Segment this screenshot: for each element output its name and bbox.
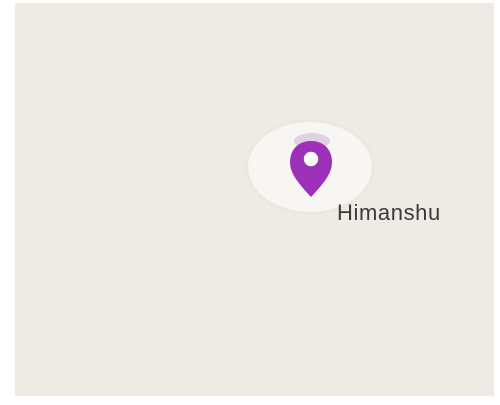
screenshot-frame: Himanshu: [0, 0, 500, 405]
map-canvas[interactable]: Himanshu: [15, 3, 494, 396]
location-pin-graphic: [290, 133, 332, 197]
location-pin-icon[interactable]: [281, 129, 341, 201]
place-label[interactable]: Himanshu: [337, 200, 441, 226]
